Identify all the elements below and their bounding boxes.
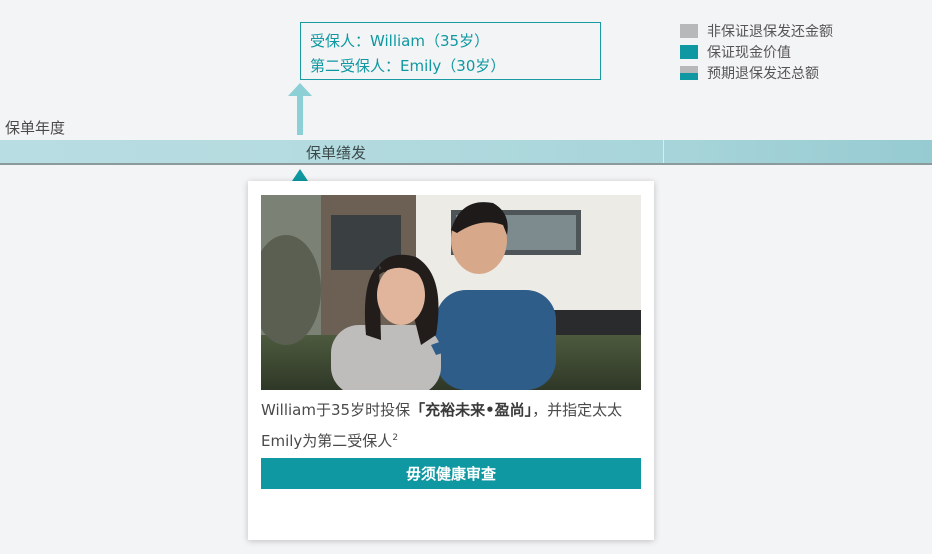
legend-swatch-grey	[680, 23, 698, 38]
timeline-axis-line	[0, 163, 932, 165]
arrow-up-icon	[288, 83, 312, 135]
legend-item-guaranteed: 保证现金价值	[680, 41, 833, 62]
pointer-triangle-icon	[292, 169, 308, 181]
timeline-band	[0, 140, 932, 163]
policy-year-label: 保单年度	[5, 119, 66, 137]
product-name: 「充裕未来•盈尚」	[410, 401, 533, 419]
legend-item-non-guaranteed: 非保证退保发还金额	[680, 20, 833, 41]
no-health-check-button[interactable]: 毋须健康审查	[261, 458, 641, 489]
legend-swatch-split	[680, 65, 698, 80]
scenario-card: William于35岁时投保「充裕未来•盈尚」，并指定太太Emily为第二受保人…	[248, 181, 654, 540]
legend-label: 非保证退保发还金额	[707, 23, 833, 40]
scenario-description: William于35岁时投保「充裕未来•盈尚」，并指定太太Emily为第二受保人…	[261, 396, 646, 455]
description-prefix: William于35岁时投保	[261, 401, 411, 419]
legend-label: 预期退保发还总额	[707, 65, 819, 82]
couple-photo	[261, 195, 641, 390]
legend-item-total: 预期退保发还总额	[680, 62, 833, 83]
policy-issue-label: 保单缮发	[306, 144, 367, 162]
timeline-divider	[663, 140, 664, 163]
legend-swatch-teal	[680, 44, 698, 59]
legend: 非保证退保发还金额 保证现金价值 预期退保发还总额	[680, 20, 833, 83]
insured-info-box: 受保人：William（35岁） 第二受保人：Emily（30岁）	[300, 22, 601, 80]
footnote-marker: 2	[392, 433, 399, 443]
couple-photo-illustration	[261, 195, 641, 390]
insured-line: 受保人：William（35岁）	[310, 32, 490, 50]
second-insured-line: 第二受保人：Emily（30岁）	[310, 57, 506, 75]
legend-label: 保证现金价值	[707, 44, 791, 61]
